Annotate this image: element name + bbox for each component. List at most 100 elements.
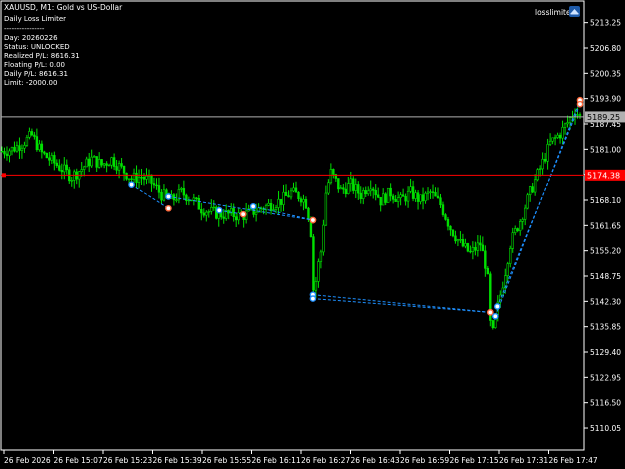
candle-body bbox=[18, 145, 21, 151]
candle-body bbox=[53, 155, 56, 164]
candle-body bbox=[399, 194, 402, 198]
candle-body bbox=[451, 229, 455, 237]
candle-body bbox=[481, 244, 485, 252]
candle-body bbox=[404, 196, 407, 202]
candle-body bbox=[516, 228, 519, 231]
candle-body bbox=[117, 163, 121, 171]
trade-connector-line[interactable] bbox=[496, 103, 581, 307]
candle-body bbox=[486, 268, 490, 275]
candle-body bbox=[456, 239, 460, 242]
price-label: 5161.65 bbox=[590, 221, 621, 230]
trade-connector-line[interactable] bbox=[312, 294, 491, 313]
candle-body bbox=[561, 127, 564, 139]
candle-body bbox=[150, 174, 153, 184]
candle-body bbox=[274, 207, 278, 210]
candle-body bbox=[324, 192, 328, 226]
candle-body bbox=[329, 169, 333, 184]
price-label: 5206.80 bbox=[590, 44, 621, 53]
candle-body bbox=[362, 190, 365, 199]
price-label: 5155.20 bbox=[590, 247, 621, 256]
candle-body bbox=[222, 216, 225, 219]
candle-body bbox=[205, 211, 208, 216]
expert-name: losslimiter bbox=[535, 8, 575, 17]
trade-arrow-marker[interactable] bbox=[491, 312, 499, 320]
trade-lines-group bbox=[128, 96, 584, 320]
trade-arrow-marker[interactable] bbox=[165, 193, 172, 200]
trade-arrow-marker[interactable] bbox=[128, 181, 135, 188]
stop-level-price-tag: 5174.38 bbox=[585, 169, 625, 181]
candle-body bbox=[566, 122, 569, 125]
candles-group bbox=[0, 107, 582, 330]
trade-arrow-marker[interactable] bbox=[249, 202, 257, 210]
candle-body bbox=[292, 187, 295, 192]
candle-body bbox=[87, 158, 91, 167]
candle-body bbox=[449, 225, 452, 231]
time-label: 26 Feb 17:47 bbox=[549, 456, 598, 465]
price-label: 5168.10 bbox=[590, 196, 621, 205]
candle-body bbox=[367, 190, 370, 195]
candle-body bbox=[521, 219, 524, 222]
candle-body bbox=[63, 164, 66, 173]
chart-info-panel: XAUUSD, M1: Gold vs US-Dollar Daily Loss… bbox=[4, 3, 123, 87]
candle-body bbox=[30, 131, 34, 136]
info-status: Status: UNLOCKED bbox=[4, 43, 70, 51]
trade-connector-line[interactable] bbox=[168, 195, 314, 221]
candle-body bbox=[132, 172, 136, 180]
candle-body bbox=[202, 212, 206, 216]
time-label: 26 Feb 17:15 bbox=[450, 456, 499, 465]
price-label: 5135.85 bbox=[590, 323, 621, 332]
trade-arrow-marker[interactable] bbox=[309, 295, 317, 302]
candle-body bbox=[411, 186, 415, 199]
candle-body bbox=[23, 145, 26, 149]
candle-body bbox=[344, 188, 348, 195]
candle-body bbox=[312, 236, 315, 291]
candle-body bbox=[182, 188, 186, 196]
trade-arrow-marker[interactable] bbox=[165, 204, 172, 212]
candle-body bbox=[563, 123, 567, 128]
candle-body bbox=[142, 177, 146, 180]
candle-body bbox=[157, 185, 161, 193]
candle-body bbox=[424, 192, 427, 202]
candle-body bbox=[314, 281, 318, 291]
candle-body bbox=[10, 147, 14, 152]
candle-body bbox=[122, 165, 126, 174]
time-label: 26 Feb 16:59 bbox=[400, 456, 449, 465]
candle-body bbox=[536, 169, 539, 181]
stop-level-price-tag-label: 5174.38 bbox=[587, 171, 620, 180]
trade-arrow-marker[interactable] bbox=[239, 210, 247, 218]
trade-connector-line[interactable] bbox=[312, 298, 491, 313]
candle-body bbox=[444, 214, 447, 220]
candle-body bbox=[287, 195, 290, 198]
candle-body bbox=[389, 187, 392, 197]
candle-body bbox=[339, 187, 343, 190]
candle-body bbox=[162, 189, 166, 201]
symbol-title: XAUUSD, M1: Gold vs US-Dollar bbox=[4, 3, 123, 12]
candle-body bbox=[322, 224, 325, 253]
candle-body bbox=[401, 194, 405, 197]
candle-body bbox=[576, 114, 579, 116]
candle-body bbox=[533, 179, 537, 193]
candle-body bbox=[466, 243, 470, 252]
price-label: 5213.25 bbox=[590, 19, 621, 28]
trade-arrow-marker[interactable] bbox=[215, 206, 223, 214]
hat-icon[interactable] bbox=[569, 6, 580, 17]
candle-body bbox=[519, 221, 522, 231]
candle-body bbox=[80, 169, 83, 172]
chart-canvas[interactable]: 5213.255206.805200.355193.905187.455181.… bbox=[0, 0, 625, 469]
stop-level-marker-left bbox=[2, 173, 6, 178]
expert-advisor-badge[interactable]: losslimiter bbox=[535, 6, 580, 17]
trade-arrow-marker[interactable] bbox=[493, 303, 501, 310]
candle-body bbox=[506, 263, 509, 277]
candle-body bbox=[476, 242, 480, 251]
indicator-separator: ---------------- bbox=[4, 25, 45, 33]
candle-body bbox=[332, 169, 335, 175]
trade-arrow-marker[interactable] bbox=[487, 309, 494, 316]
candle-body bbox=[461, 239, 465, 247]
candle-body bbox=[379, 196, 382, 206]
candle-body bbox=[105, 163, 108, 166]
trade-arrow-marker[interactable] bbox=[576, 100, 584, 108]
trade-arrow-marker[interactable] bbox=[309, 216, 317, 224]
candle-body bbox=[431, 191, 435, 193]
candle-body bbox=[35, 136, 39, 151]
candle-body bbox=[416, 192, 420, 202]
